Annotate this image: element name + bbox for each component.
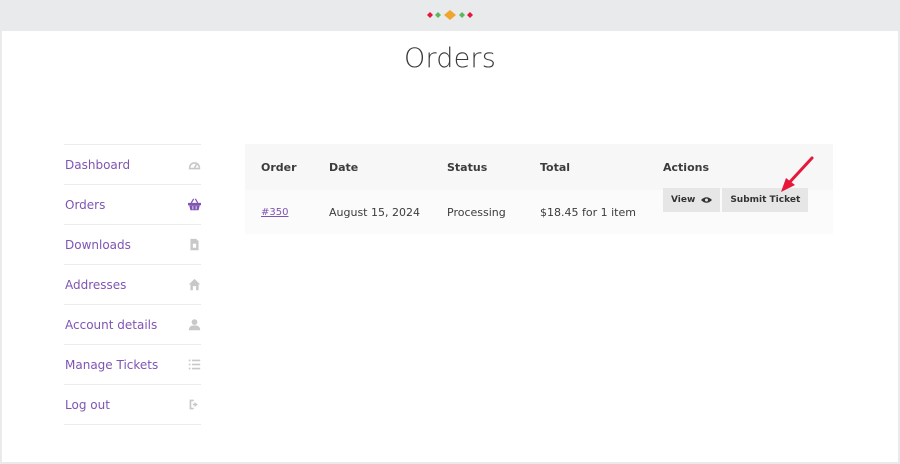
sidebar-item-addresses[interactable]: Addresses: [64, 265, 201, 305]
site-logo-icon: [427, 10, 473, 20]
sidebar-item-manage-tickets[interactable]: Manage Tickets: [64, 345, 201, 385]
column-header-date: Date: [329, 160, 359, 174]
column-header-order: Order: [261, 160, 297, 174]
column-header-actions: Actions: [663, 160, 709, 174]
orders-table: Order Date Status Total Actions #350 Aug…: [245, 144, 833, 234]
user-icon: [187, 318, 201, 332]
sidebar-item-dashboard[interactable]: Dashboard: [64, 145, 201, 185]
basket-icon: [187, 198, 201, 212]
page-title: Orders: [404, 43, 496, 74]
file-icon: [187, 238, 201, 252]
eye-icon: [701, 197, 713, 203]
sidebar-item-account-details[interactable]: Account details: [64, 305, 201, 345]
order-status: Processing: [447, 205, 506, 219]
sidebar-item-label: Addresses: [65, 277, 127, 292]
column-header-total: Total: [540, 160, 571, 174]
view-order-button[interactable]: View: [663, 188, 721, 212]
sidebar-item-logout[interactable]: Log out: [64, 385, 201, 425]
page-content: Orders Dashboard Orders Downloads Addres…: [2, 31, 898, 462]
sidebar-item-label: Log out: [65, 397, 110, 412]
order-total: $18.45 for 1 item: [540, 205, 636, 219]
order-date: August 15, 2024: [329, 205, 420, 219]
sidebar-item-label: Manage Tickets: [65, 357, 159, 372]
order-number-link[interactable]: #350: [261, 207, 288, 218]
list-icon: [187, 358, 201, 372]
sidebar-item-label: Orders: [65, 197, 106, 212]
table-row: #350 August 15, 2024 Processing $18.45 f…: [245, 188, 833, 234]
sidebar-item-label: Dashboard: [65, 157, 131, 172]
account-navigation: Dashboard Orders Downloads Addresses Acc…: [64, 144, 201, 425]
column-header-status: Status: [447, 160, 488, 174]
table-header: Order Date Status Total Actions: [245, 144, 833, 190]
dashboard-icon: [187, 158, 201, 172]
view-button-label: View: [671, 195, 696, 205]
home-icon: [187, 278, 201, 292]
sidebar-item-label: Account details: [65, 317, 158, 332]
top-bar: [0, 0, 900, 31]
sidebar-item-orders[interactable]: Orders: [64, 185, 201, 225]
sidebar-item-downloads[interactable]: Downloads: [64, 225, 201, 265]
logout-icon: [187, 398, 201, 412]
annotation-arrow-icon: [781, 156, 814, 192]
sidebar-item-label: Downloads: [65, 237, 131, 252]
